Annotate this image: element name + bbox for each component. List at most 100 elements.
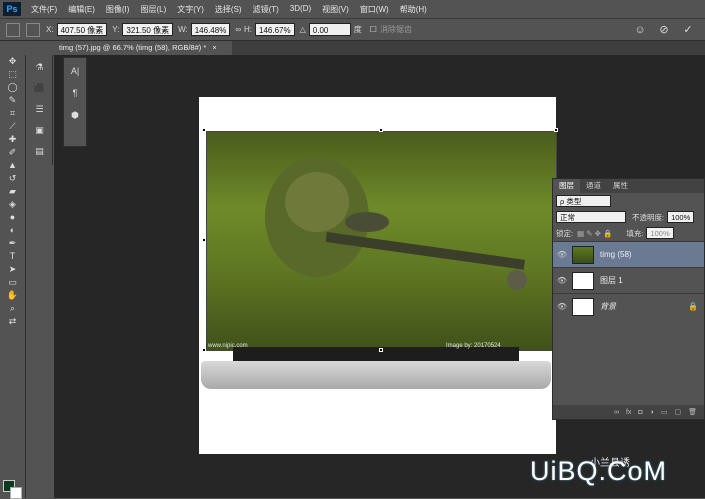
warp-icon[interactable]: ☺ — [633, 23, 647, 37]
visibility-eye-icon[interactable]: 👁 — [556, 302, 568, 311]
transform-handle-tr[interactable] — [554, 128, 558, 132]
library-panel-icon[interactable]: ▣ — [31, 121, 49, 139]
menu-select[interactable]: 选择(S) — [215, 4, 242, 15]
move-tool-icon[interactable]: ✥ — [4, 55, 22, 68]
main-menu: 文件(F) 编辑(E) 图像(I) 图层(L) 文字(Y) 选择(S) 滤镜(T… — [31, 4, 438, 15]
document-tabbar: timg (57).jpg @ 66.7% (timg (58), RGB/8#… — [54, 41, 705, 55]
menu-edit[interactable]: 编辑(E) — [68, 4, 95, 15]
lasso-tool-icon[interactable]: ◯ — [4, 81, 22, 94]
healing-brush-icon[interactable]: ✚ — [4, 133, 22, 146]
layer-thumbnail — [572, 245, 594, 264]
menu-view[interactable]: 视图(V) — [322, 4, 349, 15]
history-brush-icon[interactable]: ↺ — [4, 172, 22, 185]
sniper-image — [265, 157, 527, 290]
layer-name: timg (58) — [600, 250, 632, 259]
side-panel-icons: ⚗ ⬛ ☰ ▣ ▤ — [27, 55, 53, 165]
interp-label: 消除锯齿 — [379, 25, 412, 34]
fx-icon[interactable]: fx — [626, 409, 631, 416]
blur-tool-icon[interactable]: ● — [4, 211, 22, 224]
uibq-watermark: UiBQ.CoM — [530, 456, 668, 486]
zoom-tool-icon[interactable]: ⌕ — [4, 302, 22, 315]
3d-panel-icon[interactable]: ⬢ — [66, 106, 84, 124]
link-layers-icon[interactable]: ∞ — [614, 409, 619, 416]
layer-thumbnail — [572, 297, 594, 316]
laptop-layer[interactable] — [201, 347, 551, 389]
pen-tool-icon[interactable]: ✒ — [4, 237, 22, 250]
quick-select-icon[interactable]: ✎ — [4, 94, 22, 107]
layer-row-timg58[interactable]: 👁 timg (58) — [553, 241, 704, 267]
menu-filter[interactable]: 滤镜(T) — [253, 4, 279, 15]
notes-panel-icon[interactable]: ▤ — [31, 142, 49, 160]
commit-icon[interactable]: ✓ — [681, 23, 695, 37]
menu-3d[interactable]: 3D(D) — [290, 4, 311, 15]
tab-properties[interactable]: 属性 — [607, 179, 634, 193]
document-tab[interactable]: timg (57).jpg @ 66.7% (timg (58), RGB/8#… — [54, 41, 232, 55]
delete-layer-icon[interactable]: 🗑 — [688, 408, 697, 416]
menu-help[interactable]: 帮助(H) — [400, 4, 427, 15]
paint-bucket-icon[interactable]: ◈ — [4, 198, 22, 211]
layer-row-layer1[interactable]: 👁 图层 1 — [553, 267, 704, 293]
link-icon[interactable]: ∞ — [235, 25, 241, 34]
eyedropper-icon[interactable]: ⟋ — [4, 120, 22, 133]
marquee-tool-icon[interactable]: ⬚ — [4, 68, 22, 81]
swap-colors-icon[interactable]: ⇄ — [4, 315, 22, 328]
shape-tool-icon[interactable]: ▭ — [4, 276, 22, 289]
width-field[interactable]: 146.48% — [190, 23, 231, 36]
properties-panel-icon[interactable]: ☰ — [31, 100, 49, 118]
transform-handle-t[interactable] — [379, 128, 383, 132]
background-color-swatch[interactable] — [10, 487, 22, 499]
menu-type[interactable]: 文字(Y) — [177, 4, 204, 15]
menu-file[interactable]: 文件(F) — [31, 4, 57, 15]
history-panel-icon[interactable]: ⚗ — [31, 58, 49, 76]
menu-image[interactable]: 图像(I) — [106, 4, 130, 15]
adjustment-icon[interactable]: ◑ — [650, 409, 654, 416]
new-layer-icon[interactable]: ▢ — [674, 408, 681, 416]
blend-row: 正常 不透明度: 100% — [553, 209, 704, 225]
lock-icons[interactable]: ▦ ✎ ✥ 🔒 — [577, 229, 612, 238]
brush-tool-icon[interactable]: ✐ — [4, 146, 22, 159]
crop-tool-icon[interactable]: ⌗ — [4, 107, 22, 120]
blend-mode-select[interactable]: 正常 — [556, 211, 626, 223]
transform-handle-l[interactable] — [202, 238, 206, 242]
tab-channels[interactable]: 通道 — [580, 179, 607, 193]
x-field[interactable]: 407.50 像素 — [56, 23, 108, 36]
layer-row-background[interactable]: 👁 背景 🔒 — [553, 293, 704, 319]
mask-icon[interactable]: ◘ — [638, 409, 642, 416]
character-panel-icon[interactable]: A| — [66, 62, 84, 80]
y-field[interactable]: 321.50 像素 — [122, 23, 174, 36]
height-field[interactable]: 146.67% — [255, 23, 295, 36]
fill-field[interactable]: 100% — [646, 227, 674, 239]
menu-layer[interactable]: 图层(L) — [140, 4, 166, 15]
layer-name: 图层 1 — [600, 276, 623, 285]
interp-checkbox[interactable]: ☐ — [370, 25, 377, 34]
visibility-eye-icon[interactable]: 👁 — [556, 276, 568, 285]
menu-window[interactable]: 窗口(W) — [360, 4, 389, 15]
eraser-tool-icon[interactable]: ▰ — [4, 185, 22, 198]
hand-tool-icon[interactable]: ✋ — [4, 289, 22, 302]
actions-panel-icon[interactable]: ⬛ — [31, 79, 49, 97]
reference-point-icon[interactable] — [26, 22, 40, 37]
type-tool-icon[interactable]: T — [4, 250, 22, 263]
visibility-eye-icon[interactable]: 👁 — [556, 250, 568, 259]
tab-layers[interactable]: 图层 — [553, 179, 580, 193]
group-icon[interactable]: ▭ — [661, 408, 668, 416]
transform-handle-bl[interactable] — [202, 348, 206, 352]
tool-preset-icon[interactable] — [6, 22, 20, 37]
layer-filter-select[interactable]: ρ 类型 — [556, 195, 611, 207]
angle-field[interactable]: 0.00 — [308, 23, 351, 36]
transform-handle-b[interactable] — [379, 348, 383, 352]
opacity-field[interactable]: 100% — [667, 211, 695, 223]
angle-icon: △ — [299, 25, 306, 34]
dodge-tool-icon[interactable]: ◐ — [4, 224, 22, 237]
transform-handle-tl[interactable] — [202, 128, 206, 132]
sniper-photo-layer[interactable] — [206, 131, 557, 351]
cancel-icon[interactable]: ⊘ — [657, 23, 671, 37]
path-select-icon[interactable]: ➤ — [4, 263, 22, 276]
character-panel-icons: A| ¶ ⬢ — [63, 57, 87, 147]
lock-icon: 🔒 — [688, 302, 698, 311]
close-icon[interactable]: × — [212, 43, 216, 52]
paragraph-panel-icon[interactable]: ¶ — [66, 84, 84, 102]
stamp-tool-icon[interactable]: ▲ — [4, 159, 22, 172]
menu-bar: Ps 文件(F) 编辑(E) 图像(I) 图层(L) 文字(Y) 选择(S) 滤… — [0, 0, 705, 18]
layers-panel-footer: ∞ fx ◘ ◑ ▭ ▢ 🗑 — [553, 405, 704, 419]
